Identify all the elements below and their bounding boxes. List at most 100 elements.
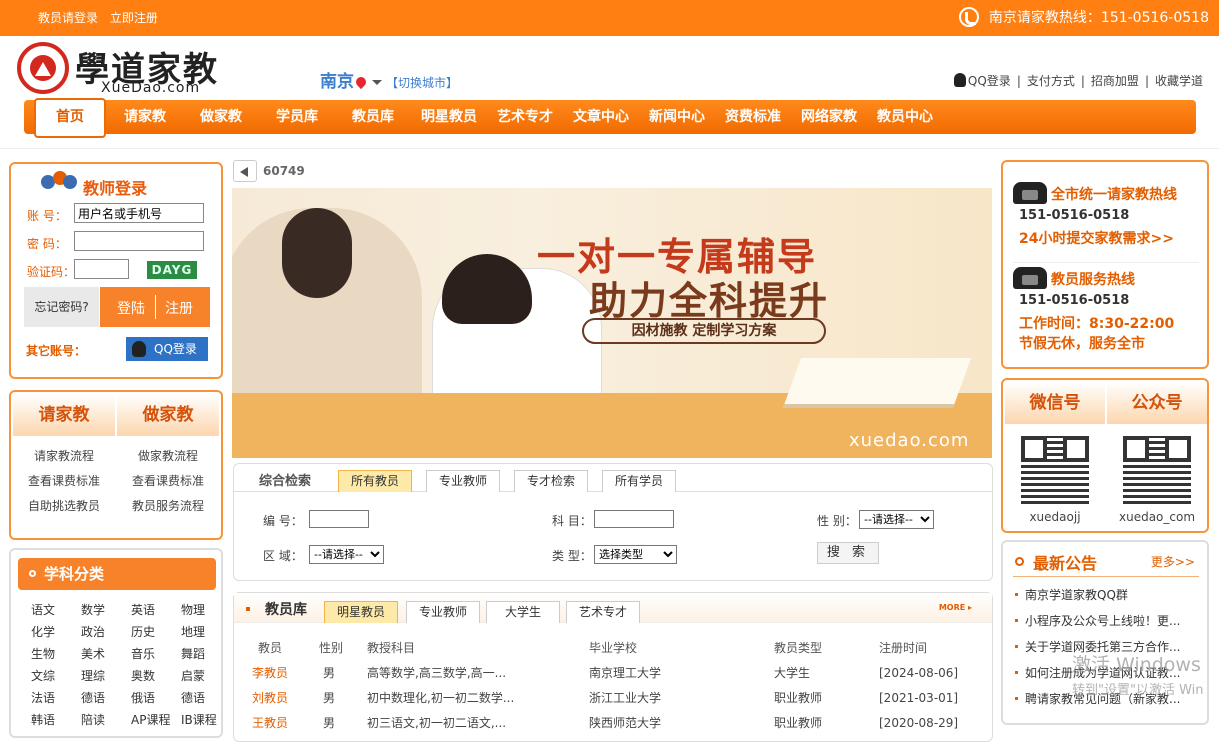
franchise-link[interactable]: 招商加盟 — [1091, 74, 1139, 88]
more-link[interactable]: MORE ▸ — [939, 603, 972, 612]
chevron-down-icon[interactable] — [372, 79, 382, 85]
tutor-heading[interactable]: 做家教 — [117, 394, 219, 436]
list-item[interactable]: 南京学道家教QQ群 — [1013, 586, 1199, 612]
nav-star-teachers[interactable]: 明星教员 — [414, 100, 484, 134]
subject-item[interactable]: 舞蹈 — [171, 645, 221, 667]
tab-college-students[interactable]: 大学生 — [486, 601, 560, 623]
site-logo[interactable]: 學道家教 XueDao.com — [15, 40, 255, 98]
search-button[interactable]: 搜 索 — [817, 542, 879, 564]
teacher-type: 大学生 — [774, 666, 811, 680]
subject-item[interactable]: 语文 — [21, 601, 71, 623]
tutor-service-link[interactable]: 教员服务流程 — [117, 494, 219, 519]
subject-item[interactable]: 法语 — [21, 689, 71, 711]
more-announcements-link[interactable]: 更多>> — [1151, 553, 1195, 570]
list-item[interactable]: 小程序及公众号上线啦！更... — [1013, 612, 1199, 638]
nav-news[interactable]: 新闻中心 — [642, 100, 712, 134]
subject-item[interactable]: 启蒙 — [171, 667, 221, 689]
tab-pro-teachers[interactable]: 专业教师 — [406, 601, 480, 623]
captcha-image[interactable]: DAYG — [147, 261, 197, 279]
login-button[interactable]: 登陆 — [117, 298, 145, 318]
qq-login-button[interactable]: QQ登录 — [126, 337, 208, 361]
hire-select-link[interactable]: 自助挑选教员 — [13, 494, 115, 519]
switch-city-link[interactable]: 【切换城市】 — [386, 76, 458, 90]
visitor-count: 60749 — [263, 164, 305, 178]
teacher-name[interactable]: 李教员 — [244, 660, 319, 685]
speaker-icon[interactable] — [233, 160, 257, 182]
type-select[interactable]: 选择类型 — [594, 545, 677, 564]
subject-item[interactable]: 陪读 — [71, 711, 121, 733]
nav-online-tutor[interactable]: 网络家教 — [794, 100, 864, 134]
subject-item[interactable]: 政治 — [71, 623, 121, 645]
tab-pro-teachers[interactable]: 专业教师 — [426, 470, 500, 492]
id-input[interactable] — [309, 510, 369, 528]
tab-art-talents[interactable]: 艺术专才 — [566, 601, 640, 623]
nav-hire-tutor[interactable]: 请家教 — [110, 100, 180, 134]
hero-banner[interactable]: 一对一专属辅导 助力全科提升 因材施教 定制学习方案 xuedao.com — [232, 188, 992, 458]
subject-item[interactable]: 俄语 — [121, 689, 171, 711]
subject-item[interactable]: 理综 — [71, 667, 121, 689]
teacher-name[interactable]: 王教员 — [244, 710, 319, 735]
account-input[interactable] — [74, 203, 204, 223]
nav-articles[interactable]: 文章中心 — [566, 100, 636, 134]
hotline-number: 151-0516-0518 — [1019, 208, 1130, 223]
captcha-input[interactable] — [74, 259, 129, 279]
tab-talent-search[interactable]: 专才检索 — [514, 470, 588, 492]
subject-item[interactable]: 化学 — [21, 623, 71, 645]
city-selector[interactable]: 南京 【切换城市】 — [320, 67, 458, 92]
subject-item[interactable]: 历史 — [121, 623, 171, 645]
student-head — [442, 254, 532, 324]
payment-link[interactable]: 支付方式 — [1027, 74, 1075, 88]
teacher-login-link[interactable]: 教员请登录 — [38, 11, 98, 25]
subject-item[interactable]: 美术 — [71, 645, 121, 667]
wechat-qr-code — [1021, 436, 1089, 504]
nav-students[interactable]: 学员库 — [262, 100, 332, 134]
nav-home[interactable]: 首页 — [34, 98, 106, 138]
subject-item[interactable]: AP课程 — [121, 711, 171, 733]
subject-item[interactable]: 生物 — [21, 645, 71, 667]
tutor-fee-link[interactable]: 查看课费标准 — [117, 469, 219, 494]
tab-all-students[interactable]: 所有学员 — [602, 470, 676, 492]
register-link[interactable]: 立即注册 — [110, 11, 158, 25]
subject-item[interactable]: IB课程 — [171, 711, 221, 733]
subject-item[interactable]: 韩语 — [21, 711, 71, 733]
subject-item[interactable]: 数学 — [71, 601, 121, 623]
area-select[interactable]: --请选择-- — [309, 545, 384, 564]
forgot-password-button[interactable]: 忘记密码? — [24, 287, 99, 327]
nav-teacher-center[interactable]: 教员中心 — [870, 100, 940, 134]
subject-item[interactable]: 德语 — [71, 689, 121, 711]
logo-emblem — [17, 42, 69, 94]
password-input[interactable] — [74, 231, 204, 251]
subject-item[interactable]: 文综 — [21, 667, 71, 689]
hire-fee-link[interactable]: 查看课费标准 — [13, 469, 115, 494]
subject-item[interactable]: 德语 — [171, 689, 221, 711]
hire-process-link[interactable]: 请家教流程 — [13, 444, 115, 469]
subject-item[interactable]: 音乐 — [121, 645, 171, 667]
qq-login-link[interactable]: QQ登录 — [953, 73, 1011, 88]
hire-heading[interactable]: 请家教 — [13, 394, 115, 436]
table-row[interactable]: 刘教员 男 初中数理化,初一初二数学... 浙江工业大学 职业教师 [2021-… — [244, 685, 984, 710]
teacher-list-title: 教员库 — [265, 602, 307, 618]
teacher-name[interactable]: 刘教员 — [244, 685, 319, 710]
teacher-table: 教员 性别 教授科目 毕业学校 教员类型 注册时间 李教员 男 高等数学,高三数… — [244, 635, 984, 735]
tab-star-teachers[interactable]: 明星教员 — [324, 601, 398, 623]
city-name: 南京 — [320, 72, 354, 92]
bookmark-link[interactable]: 收藏学道 — [1155, 74, 1203, 88]
subject-input[interactable] — [594, 510, 674, 528]
nav-pricing[interactable]: 资费标准 — [718, 100, 788, 134]
subject-item[interactable]: 奥数 — [121, 667, 171, 689]
subject-item[interactable]: 地理 — [171, 623, 221, 645]
nav-be-tutor[interactable]: 做家教 — [186, 100, 256, 134]
tab-all-teachers[interactable]: 所有教员 — [338, 470, 412, 492]
subject-item[interactable]: 英语 — [121, 601, 171, 623]
table-row[interactable]: 王教员 男 初三语文,初一初二语文,... 陕西师范大学 职业教师 [2020-… — [244, 710, 984, 735]
gender-select[interactable]: --请选择-- — [859, 510, 934, 529]
tutor-process-link[interactable]: 做家教流程 — [117, 444, 219, 469]
teacher-date: [2020-08-29] — [879, 715, 959, 730]
submit-request-link[interactable]: 24小时提交家教需求>> — [1019, 228, 1174, 248]
table-row[interactable]: 李教员 男 高等数学,高三数学,高一... 南京理工大学 大学生 [2024-0… — [244, 660, 984, 685]
register-button[interactable]: 注册 — [165, 298, 193, 318]
nav-teachers[interactable]: 教员库 — [338, 100, 408, 134]
nav-art-talents[interactable]: 艺术专才 — [490, 100, 560, 134]
teacher-hotline-title: 教员服务热线 — [1051, 272, 1135, 288]
subject-item[interactable]: 物理 — [171, 601, 221, 623]
